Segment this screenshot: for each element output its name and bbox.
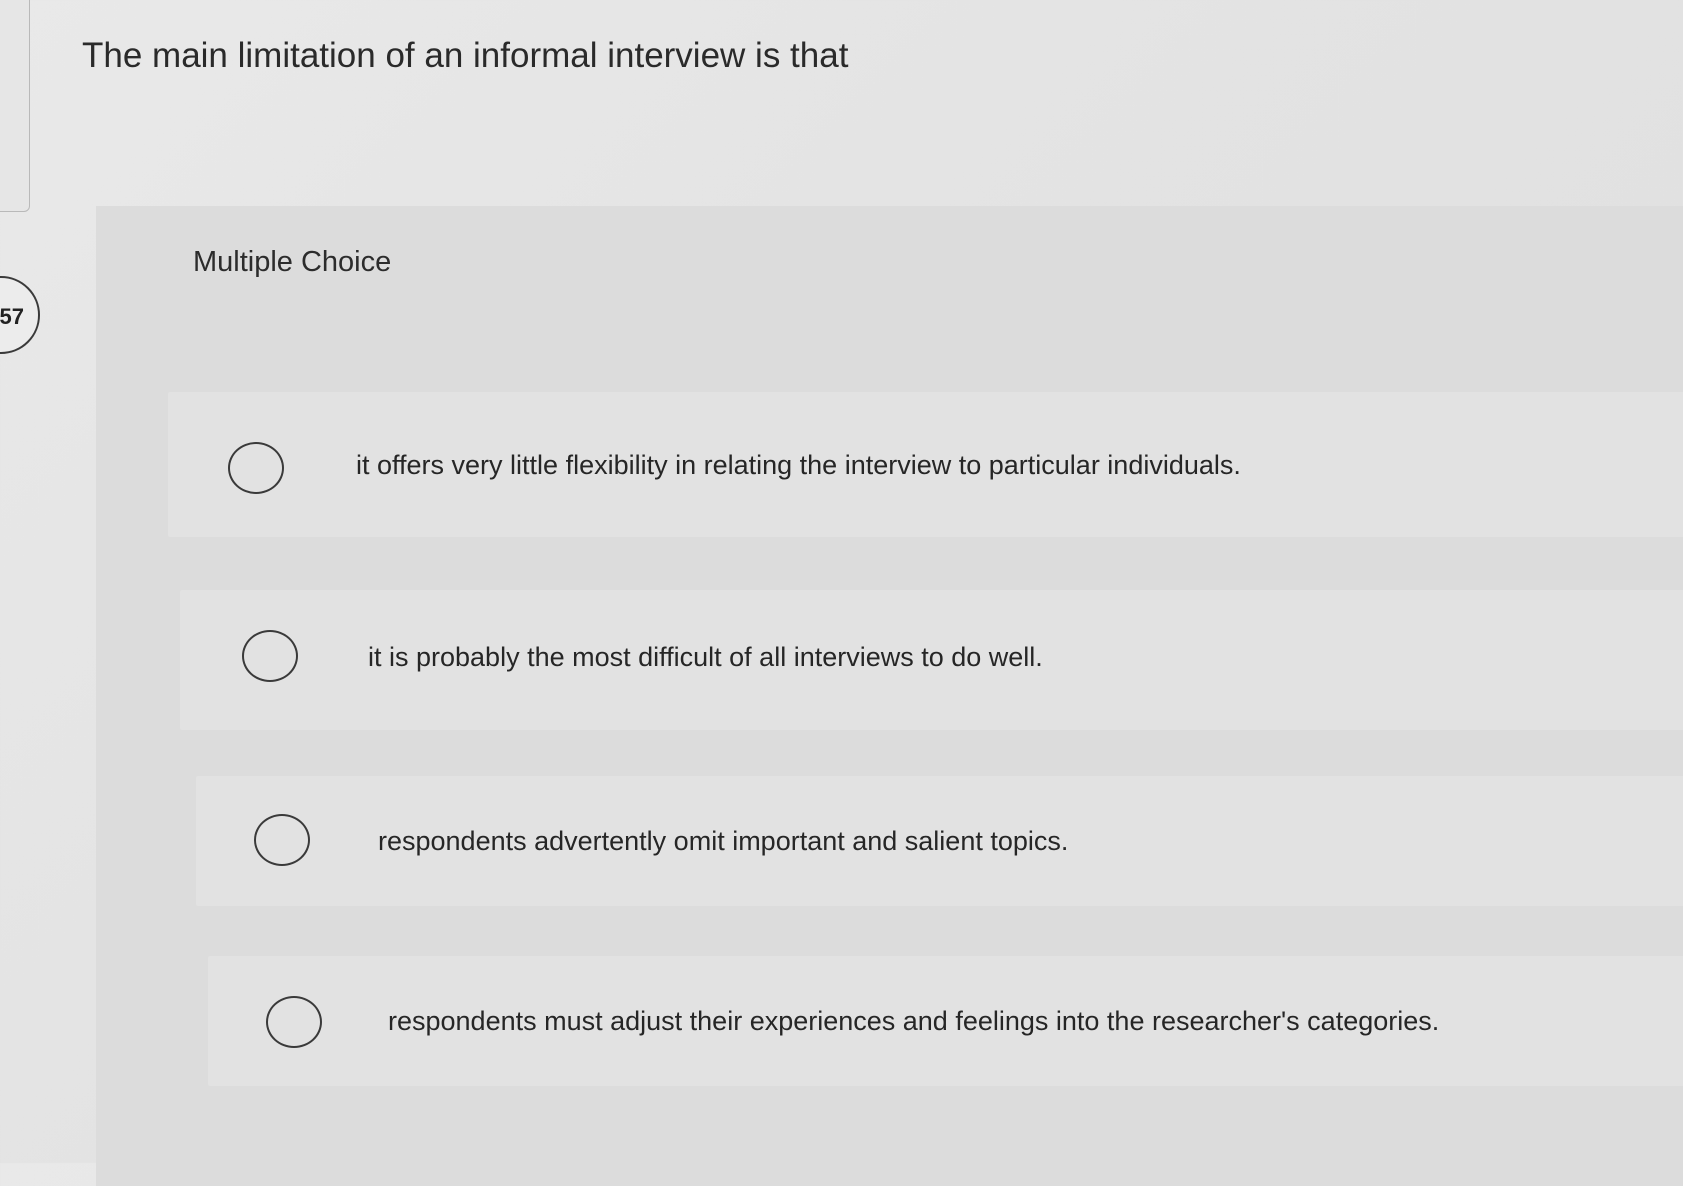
question-type-label: Multiple Choice — [193, 246, 392, 278]
choice-option-b[interactable]: it is probably the most difficult of all… — [180, 590, 1683, 730]
radio-button-a[interactable] — [228, 442, 284, 494]
radio-button-b[interactable] — [242, 630, 298, 682]
radio-button-d[interactable] — [266, 996, 322, 1048]
radio-button-c[interactable] — [254, 814, 310, 866]
choice-option-d[interactable]: respondents must adjust their experience… — [208, 956, 1683, 1086]
side-tab — [0, 0, 30, 212]
choice-label-b: it is probably the most difficult of all… — [368, 642, 1043, 672]
choice-label-a: it offers very little flexibility in rel… — [356, 450, 1241, 480]
question-number-badge: 57 — [0, 276, 40, 354]
choice-option-a[interactable]: it offers very little flexibility in rel… — [168, 392, 1683, 537]
choice-option-c[interactable]: respondents advertently omit important a… — [196, 776, 1683, 906]
question-text: The main limitation of an informal inter… — [82, 36, 849, 75]
choice-label-c: respondents advertently omit important a… — [378, 826, 1069, 856]
choice-label-d: respondents must adjust their experience… — [388, 1006, 1440, 1036]
